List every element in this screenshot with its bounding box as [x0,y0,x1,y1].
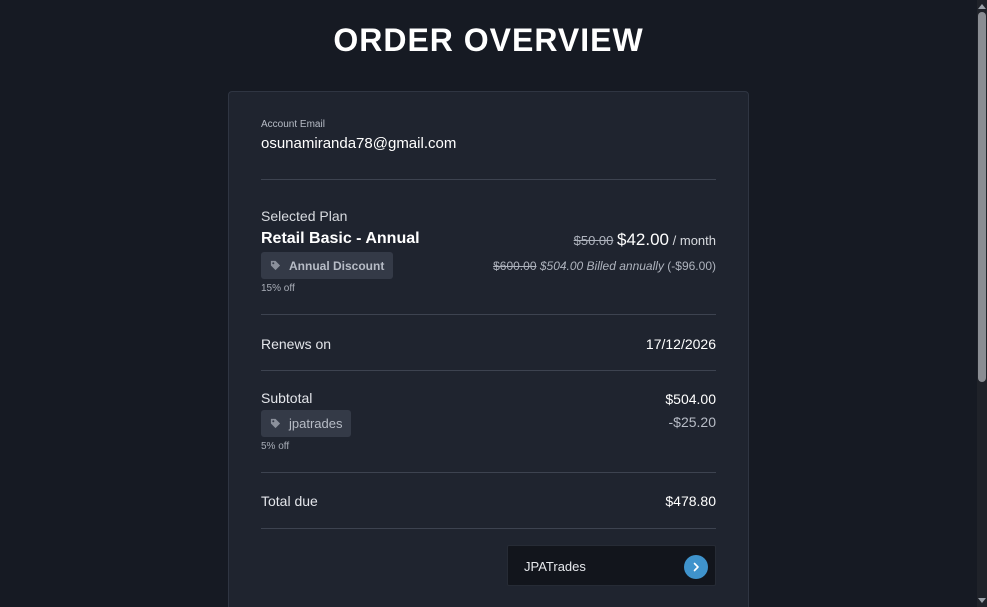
divider [261,472,716,473]
annual-billed-price: $504.00 Billed annually [539,259,664,273]
subtotal-label: Subtotal [261,390,313,406]
coupon-percent: 5% off [261,441,290,452]
apply-coupon-button[interactable] [684,555,708,579]
page-title: ORDER OVERVIEW [333,22,644,58]
vertical-scrollbar[interactable] [977,0,987,607]
scroll-thumb[interactable] [978,12,986,382]
per-period: / month [672,233,716,248]
account-email-value: osunamiranda78@gmail.com [261,135,457,152]
divider [261,528,716,529]
renews-on-label: Renews on [261,336,332,352]
original-monthly-price: $50.00 [573,233,614,248]
divider [261,370,716,371]
coupon-code-value[interactable]: JPATrades [524,559,586,574]
coupon-code-label: jpatrades [289,416,343,431]
coupon-discount-amount: -$25.20 [668,414,716,430]
annual-discount-label: Annual Discount [289,258,385,273]
account-email-label: Account Email [261,119,325,130]
selected-plan-label: Selected Plan [261,208,348,224]
plan-price: $50.00 $42.00 / month [574,230,716,250]
annual-discount-percent: 15% off [261,283,295,294]
chevron-right-icon [693,562,699,572]
original-annual-price: $600.00 [493,259,537,273]
coupon-tag: jpatrades [261,410,352,437]
scroll-up-icon[interactable] [978,2,986,10]
annual-savings: (-$96.00) [667,259,716,273]
order-card: Account Email osunamiranda78@gmail.com S… [228,91,749,607]
total-due-value: $478.80 [665,493,716,509]
subtotal-value: $504.00 [665,391,716,407]
tag-icon [270,418,281,429]
tag-icon [270,260,281,271]
renewal-date: 17/12/2026 [645,336,716,352]
scroll-down-icon[interactable] [978,597,986,605]
divider [261,314,716,315]
annual-billing-summary: $600.00 $504.00 Billed annually (-$96.00… [493,259,716,273]
annual-discount-tag: Annual Discount [261,252,394,279]
monthly-price: $42.00 [617,230,670,249]
divider [261,179,716,180]
total-due-label: Total due [261,493,318,509]
order-overview-page: ORDER OVERVIEW Account Email osunamirand… [0,0,987,607]
plan-name: Retail Basic - Annual [261,230,420,247]
coupon-code-input[interactable]: JPATrades [507,545,716,586]
